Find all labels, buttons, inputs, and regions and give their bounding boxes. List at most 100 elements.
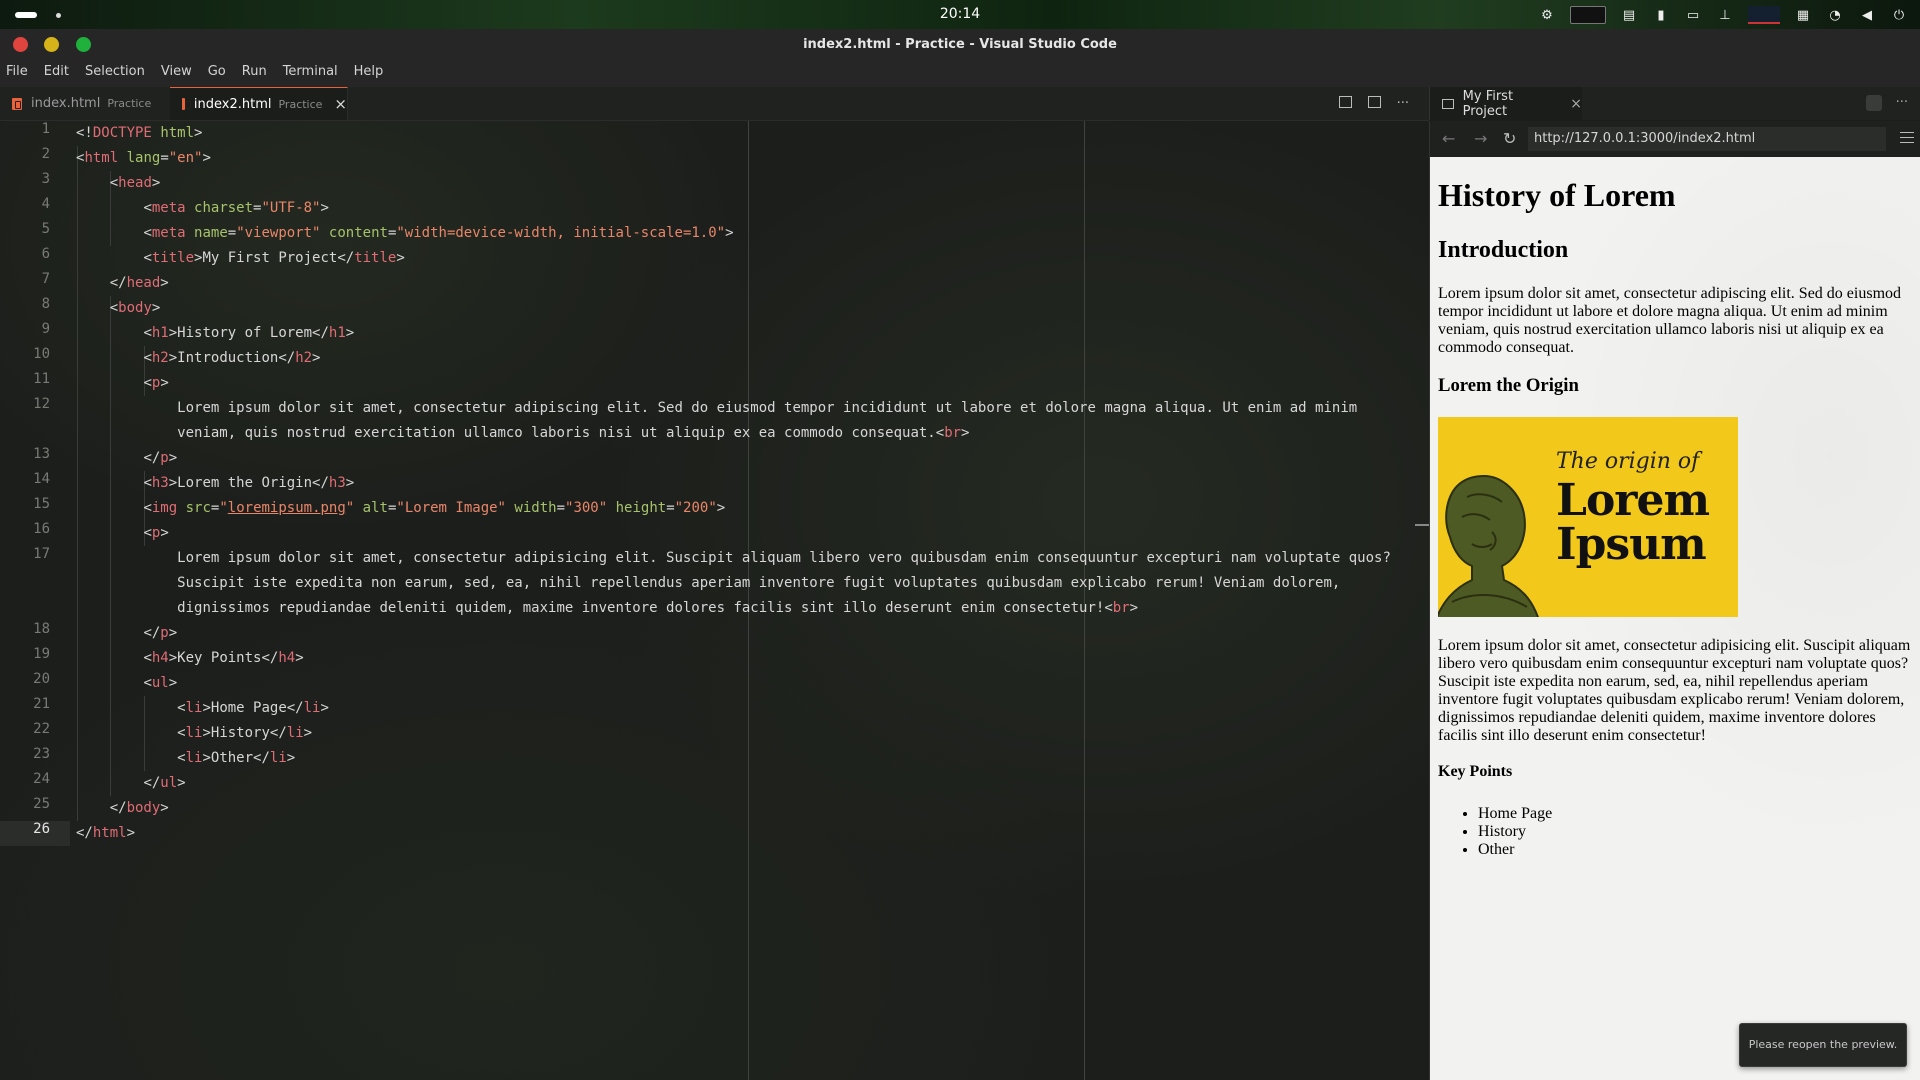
code-line: <h4>Key Points</h4> [143, 650, 304, 666]
html-file-icon [12, 97, 22, 110]
code-line: <h1>History of Lorem</h1> [143, 325, 355, 341]
reload-icon[interactable]: ↻ [1503, 129, 1516, 148]
editor-tab-bar: index.html Practice index2.html Practice… [0, 87, 1429, 121]
lock-icon[interactable] [1865, 95, 1882, 111]
more-actions-icon[interactable]: ··· [1397, 96, 1409, 111]
code-line: <li>Other</li> [177, 750, 296, 766]
code-text: Lorem ipsum dolor sit amet, consectetur … [177, 550, 1391, 566]
line-number: 9 [41, 321, 50, 337]
menu-selection[interactable]: Selection [77, 61, 153, 87]
intro-paragraph: Lorem ipsum dolor sit amet, consectetur … [1438, 285, 1902, 356]
forward-arrow-icon[interactable]: → [1474, 129, 1487, 148]
code-line: Suscipit iste expedita non earum, sed, e… [76, 571, 1340, 596]
menu-terminal[interactable]: Terminal [275, 61, 346, 87]
bust-illustration [1438, 474, 1539, 617]
image-caption-large: Ipsum [1556, 519, 1707, 570]
code-line: <meta name="viewport" content="width=dev… [143, 225, 734, 241]
list-item: History [1478, 823, 1552, 841]
code-line: <h2>Introduction</h2> [143, 350, 321, 366]
preview-actions: ··· [1865, 95, 1908, 111]
code-line: Lorem ipsum dolor sit amet, consectetur … [76, 396, 1357, 421]
keyboard-icon[interactable]: ▤ [1620, 7, 1638, 23]
network-tree-icon[interactable]: ⊥ [1716, 7, 1734, 23]
drive-icon[interactable]: ▭ [1684, 7, 1702, 23]
open-preview-icon[interactable] [1338, 96, 1352, 108]
menu-bar: File Edit Selection View Go Run Terminal… [0, 61, 1920, 87]
code-line: <p> [143, 375, 169, 391]
menu-go[interactable]: Go [200, 61, 234, 87]
tab-label: index2.html [193, 96, 272, 112]
line-number: 3 [41, 171, 50, 187]
menu-run[interactable]: Run [234, 61, 275, 87]
preview-nav-bar: ← → ↻ http://127.0.0.1:3000/index2.html [1429, 121, 1920, 157]
split-editor-icon[interactable] [1367, 96, 1381, 108]
back-arrow-icon[interactable]: ← [1442, 129, 1455, 148]
tab-label: index.html [31, 96, 101, 111]
tab-folder: Practice [107, 97, 152, 110]
settings-tray-icon[interactable]: ⚙ [1538, 7, 1556, 23]
code-text: dignissimos repudiandae deleniti quidem,… [177, 600, 1105, 616]
system-monitor-graph[interactable] [1748, 6, 1780, 24]
code-line: <ul> [143, 675, 178, 691]
line-number: 15 [33, 496, 50, 512]
code-editor[interactable]: 1 2 3 4 5 6 7 8 9 10 11 12 13 14 15 16 1… [0, 121, 1429, 1080]
system-tray: ⚙ ▤ ▮ ▭ ⊥ ▦ ◔ ◀ ⏻ [1538, 4, 1908, 26]
origin-paragraph: Lorem ipsum dolor sit amet, consectetur … [1438, 637, 1911, 744]
close-tab-icon[interactable]: × [334, 95, 347, 113]
url-input[interactable]: http://127.0.0.1:3000/index2.html [1528, 127, 1886, 151]
image-caption-small: The origin of [1556, 449, 1700, 474]
tab-index-html[interactable]: index.html Practice [0, 87, 170, 120]
page-heading: History of Lorem [1438, 177, 1676, 213]
line-number: 21 [33, 696, 50, 712]
split-sash[interactable] [1415, 524, 1429, 526]
line-number: 7 [41, 271, 50, 287]
html-file-icon [182, 98, 191, 110]
menu-view[interactable]: View [153, 61, 200, 87]
image-caption-large: Lorem [1556, 475, 1710, 526]
wifi-icon[interactable]: ◔ [1826, 7, 1844, 23]
section-heading: Introduction [1438, 237, 1569, 263]
key-points-heading: Key Points [1438, 763, 1513, 780]
volume-icon[interactable]: ◀ [1858, 7, 1876, 23]
subsection-heading: Lorem the Origin [1438, 375, 1579, 396]
tray-indicator-box[interactable] [1570, 6, 1606, 24]
grid-icon[interactable]: ▦ [1794, 7, 1812, 23]
line-number: 20 [33, 671, 50, 687]
menu-edit[interactable]: Edit [36, 61, 77, 87]
more-actions-icon[interactable]: ··· [1896, 95, 1908, 111]
code-line: <html lang="en"> [76, 150, 211, 166]
notification-toast[interactable]: Please reopen the preview. [1739, 1023, 1907, 1067]
code-line: <!DOCTYPE html> [76, 125, 203, 141]
code-line: dignissimos repudiandae deleniti quidem,… [177, 600, 1139, 616]
close-tab-icon[interactable]: × [1570, 96, 1582, 112]
preview-icon [1442, 98, 1454, 109]
lorem-image: The origin of Lorem Ipsum [1438, 417, 1738, 617]
tab-preview[interactable]: My First Project × [1430, 87, 1582, 120]
line-number-active: 26 [33, 821, 50, 837]
preview-tab-label: My First Project [1462, 88, 1514, 119]
preview-viewport[interactable]: History of Lorem Introduction Lorem ipsu… [1429, 157, 1920, 1080]
line-number: 2 [41, 146, 50, 162]
hamburger-menu-icon[interactable] [1900, 132, 1914, 147]
tab-index2-html[interactable]: index2.html Practice × [170, 87, 348, 120]
line-number: 4 [41, 196, 50, 212]
code-line: </head> [109, 275, 169, 291]
code-line: </p> [143, 625, 178, 641]
preview-tab-bar: My First Project × ··· [1429, 87, 1920, 120]
line-number: 22 [33, 721, 50, 737]
code-line: </html> [76, 825, 136, 841]
line-number: 18 [33, 621, 50, 637]
line-number: 11 [33, 371, 50, 387]
line-number: 6 [41, 246, 50, 262]
title-bar: index2.html - Practice - Visual Studio C… [0, 29, 1920, 61]
system-top-bar: 20:14 ⚙ ▤ ▮ ▭ ⊥ ▦ ◔ ◀ ⏻ [0, 0, 1920, 29]
line-number: 16 [33, 521, 50, 537]
code-line: <li>History</li> [177, 725, 313, 741]
editor-actions: ··· [1338, 96, 1409, 111]
menu-file[interactable]: File [0, 61, 36, 87]
battery-icon[interactable]: ▮ [1652, 7, 1670, 23]
list-item: Other [1478, 841, 1552, 859]
power-icon[interactable]: ⏻ [1890, 7, 1908, 23]
menu-help[interactable]: Help [346, 61, 392, 87]
code-line: </p> [143, 450, 178, 466]
